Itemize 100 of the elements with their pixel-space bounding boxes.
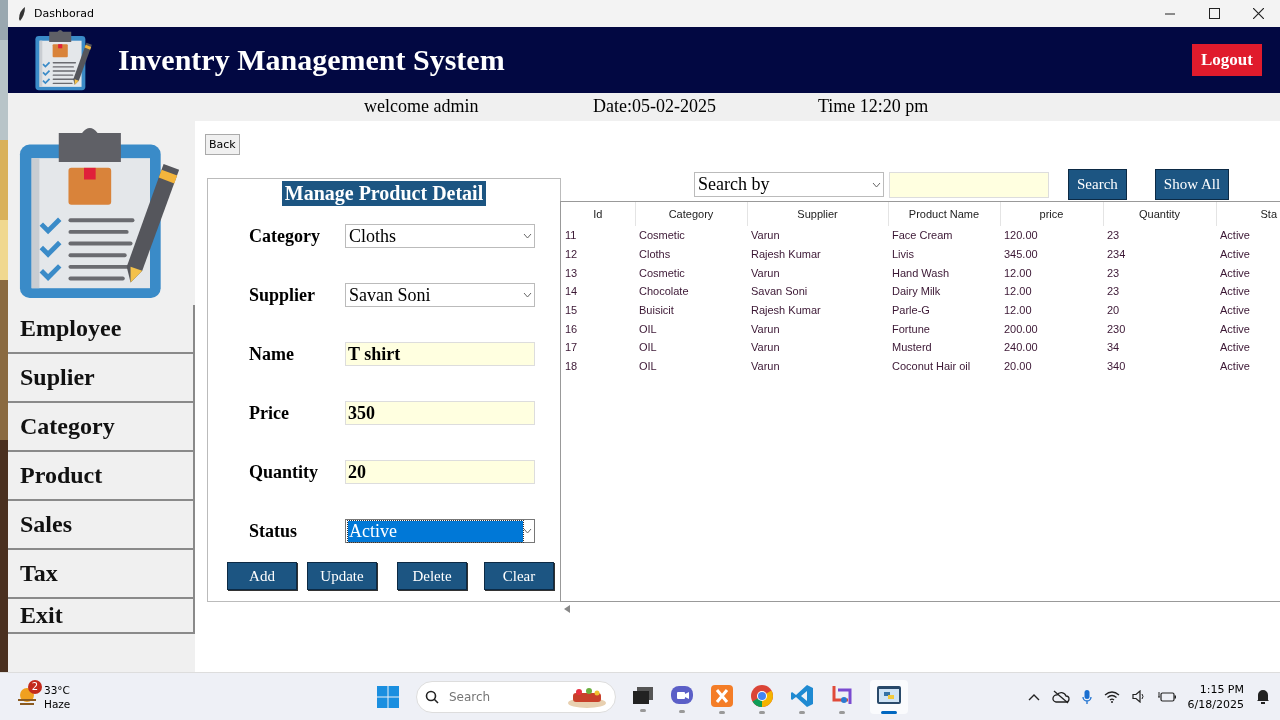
search-button[interactable]: Search: [1068, 169, 1127, 200]
input-field[interactable]: 20: [345, 460, 535, 484]
wifi-icon[interactable]: [1103, 690, 1120, 703]
dropdown-caret-icon[interactable]: [523, 528, 532, 534]
table-cell: 12.00: [1004, 304, 1032, 317]
form-button[interactable]: Clear: [484, 562, 554, 590]
maximize-icon[interactable]: [1208, 8, 1220, 19]
time-text: Time 12:20 pm: [818, 96, 929, 117]
table-cell: 17: [565, 341, 578, 354]
notification-bell-icon[interactable]: [1256, 689, 1270, 704]
windows-start-icon[interactable]: [376, 684, 400, 709]
temperature-text: 33°C: [44, 682, 71, 697]
table-cell: 12.00: [1004, 285, 1032, 298]
table-cell: Rajesh Kumar: [751, 248, 821, 261]
table-cell: Cloths: [639, 248, 671, 261]
column-header[interactable]: Id: [593, 208, 603, 220]
clock[interactable]: 1:15 PM 6/18/2025: [1187, 681, 1244, 712]
show-all-button[interactable]: Show All: [1154, 169, 1230, 200]
welcome-text: welcome admin: [364, 96, 480, 117]
field-label: Category: [249, 225, 321, 247]
table-cell: Varun: [751, 341, 780, 354]
table-cell: Face Cream: [892, 229, 953, 242]
sidebar-item[interactable]: Suplier: [8, 354, 195, 403]
column-header[interactable]: price: [1039, 208, 1064, 220]
table-cell: OIL: [639, 341, 657, 354]
search-field[interactable]: [889, 171, 1049, 198]
sidebar-item[interactable]: Category: [8, 403, 195, 452]
dropdown-field[interactable]: Active: [345, 519, 535, 543]
logout-button[interactable]: Logout: [1192, 44, 1262, 76]
video-chat-icon[interactable]: [670, 684, 694, 707]
input-field[interactable]: T shirt: [345, 342, 535, 366]
search-icon[interactable]: [425, 689, 439, 704]
field-label: Status: [249, 520, 298, 542]
table-cell: Varun: [751, 322, 780, 335]
table-cell: Varun: [751, 266, 780, 279]
taskbar-search-bar[interactable]: Search: [416, 680, 616, 713]
code-editor-icon[interactable]: [790, 683, 814, 708]
microphone-icon[interactable]: [1081, 688, 1092, 705]
column-header[interactable]: Sta: [1260, 208, 1277, 220]
table-cell: Livis: [892, 248, 914, 261]
task-view-icon[interactable]: [632, 685, 654, 706]
sidebar-item[interactable]: Product: [8, 452, 195, 501]
search-by-dropdown[interactable]: Search by: [694, 172, 884, 197]
scroll-left-icon[interactable]: [564, 605, 570, 613]
volume-icon[interactable]: [1131, 690, 1146, 703]
table-cell: Active: [1220, 248, 1250, 261]
table-cell: 14: [565, 285, 578, 298]
table-cell: 34: [1107, 341, 1120, 354]
table-cell: 200.00: [1004, 322, 1038, 335]
table-cell: 12: [565, 248, 578, 261]
sidebar-item[interactable]: Employee: [8, 305, 195, 354]
xampp-icon[interactable]: [710, 683, 734, 708]
table-cell: 16: [565, 322, 578, 335]
table-cell: 340: [1107, 360, 1126, 373]
sidebar-item[interactable]: Tax: [8, 550, 195, 599]
dropdown-field[interactable]: Cloths: [345, 224, 535, 248]
close-icon[interactable]: [1252, 8, 1264, 19]
notification-badge: 2: [28, 679, 42, 694]
form-title: Manage Product Detail: [281, 181, 487, 206]
table-cell: 20.00: [1004, 360, 1032, 373]
back-button[interactable]: Back: [205, 134, 240, 155]
table-cell: Active: [1220, 285, 1250, 298]
column-header[interactable]: Quantity: [1139, 208, 1180, 220]
app-title: Inventry Management System: [118, 43, 506, 77]
column-header[interactable]: Product Name: [908, 208, 980, 220]
table-cell: Varun: [751, 229, 780, 242]
weather-condition: Haze: [44, 696, 71, 711]
field-label: Name: [249, 343, 295, 365]
table-cell: 13: [565, 266, 578, 279]
table-cell: 18: [565, 360, 578, 373]
sidebar-item[interactable]: Exit: [8, 599, 195, 634]
table-cell: Cosmetic: [639, 229, 685, 242]
form-button[interactable]: Add: [227, 562, 297, 590]
table-cell: 23: [1107, 229, 1120, 242]
table-cell: OIL: [639, 360, 657, 373]
minimize-icon[interactable]: [1165, 12, 1175, 15]
field-label: Price: [249, 402, 290, 424]
clipboard-icon: [34, 29, 94, 91]
battery-icon[interactable]: [1157, 690, 1176, 703]
sidebar-item[interactable]: Sales: [8, 501, 195, 550]
table-cell: Varun: [751, 360, 780, 373]
form-button[interactable]: Delete: [397, 562, 467, 590]
table-cell: 234: [1107, 248, 1126, 261]
form-button[interactable]: Update: [307, 562, 377, 590]
table-cell: 12.00: [1004, 266, 1032, 279]
search-field[interactable]: Search: [447, 688, 567, 705]
table-cell: 20: [1107, 304, 1120, 317]
column-header[interactable]: Supplier: [797, 208, 838, 220]
table-cell: 11: [565, 229, 577, 242]
table-cell: 23: [1107, 285, 1120, 298]
table-cell: Fortune: [892, 322, 930, 335]
cloud-off-icon[interactable]: [1051, 689, 1070, 704]
chrome-icon[interactable]: [750, 683, 774, 708]
column-header[interactable]: Category: [668, 208, 714, 220]
input-field[interactable]: 350: [345, 401, 535, 425]
field-label: Supplier: [249, 284, 317, 306]
chevron-up-icon[interactable]: [1027, 692, 1040, 701]
date-text: Date:05-02-2025: [593, 96, 717, 117]
dropdown-field[interactable]: Savan Soni: [345, 283, 535, 307]
table-cell: Hand Wash: [892, 266, 950, 279]
